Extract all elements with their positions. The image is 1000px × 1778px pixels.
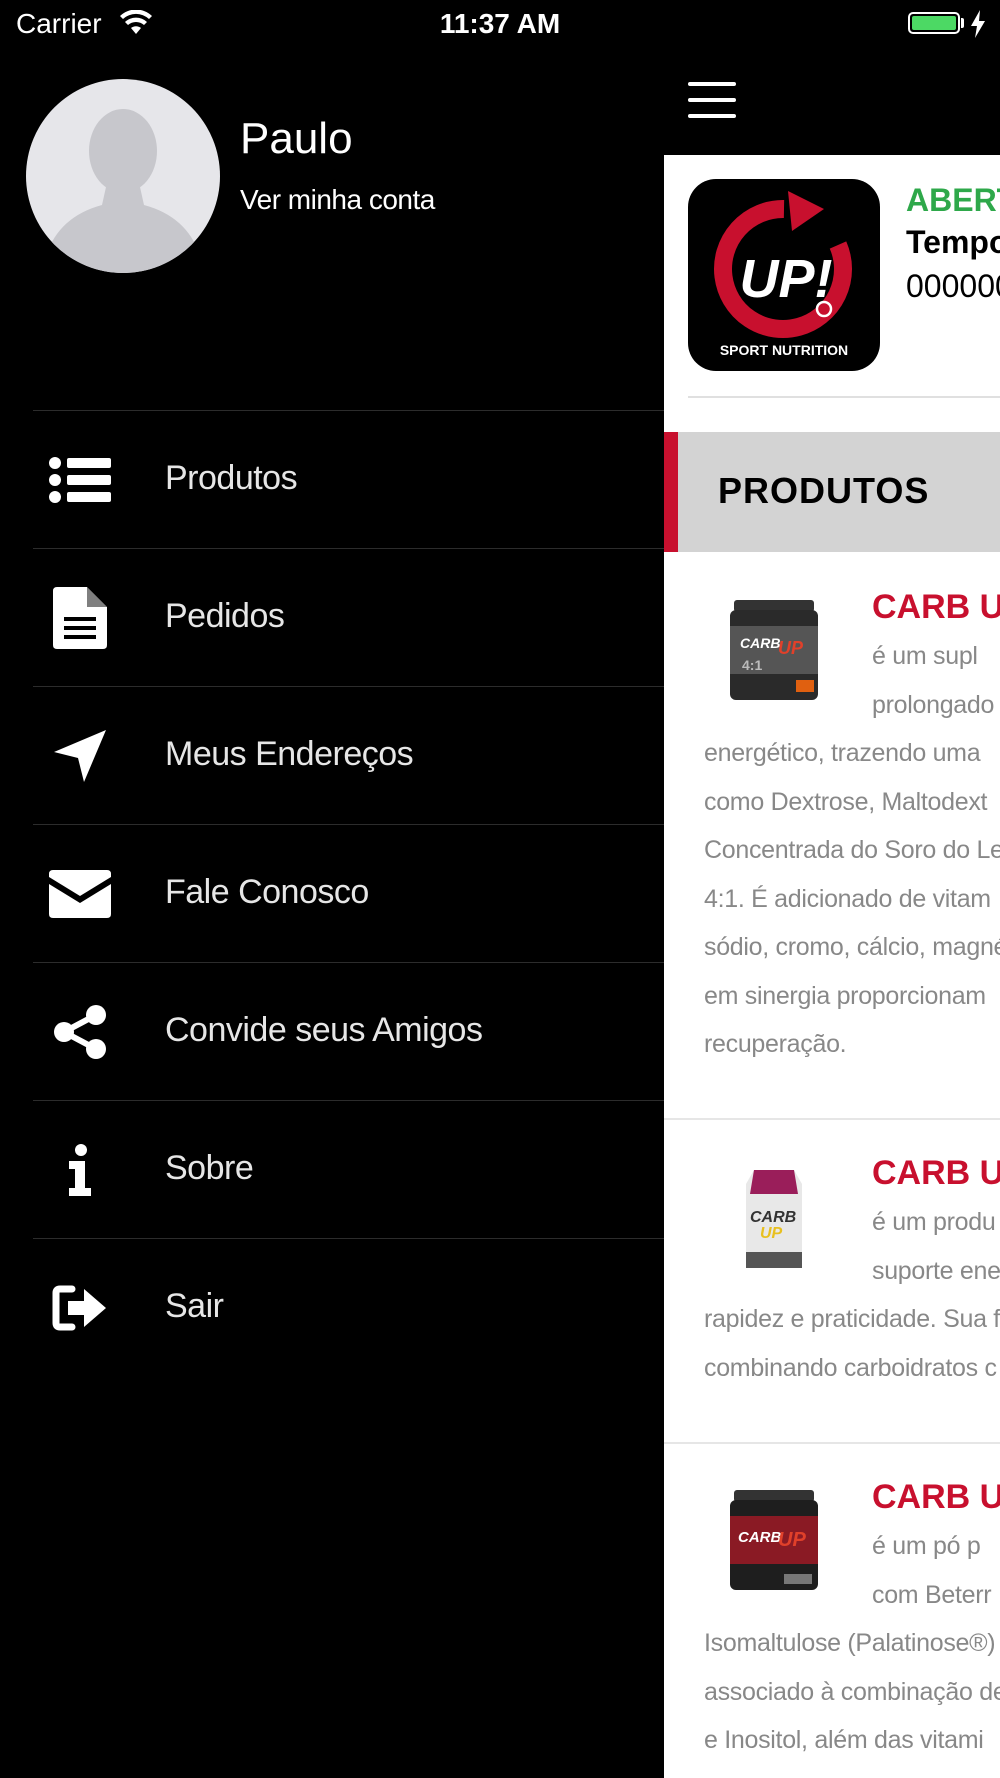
menu-item-enderecos[interactable]: Meus Endereços [33, 686, 664, 824]
top-bar [664, 50, 1000, 155]
product-card[interactable]: CARB UP 4:1 CARB U é um supl prolongado … [664, 552, 1000, 1120]
menu-item-label: Fale Conosco [165, 873, 369, 911]
product-name: CARB U [872, 1154, 1000, 1192]
menu-item-label: Meus Endereços [165, 735, 414, 773]
main-content[interactable]: UP! SPORT NUTRITION ABERT Tempo 000000 P… [664, 50, 1000, 1778]
product-name: CARB U [872, 1478, 1000, 1516]
envelope-icon [47, 861, 113, 927]
menu-item-label: Pedidos [165, 597, 285, 635]
product-description: é um supl prolongado energético, trazend… [704, 642, 1000, 1058]
svg-text:UP!: UP! [740, 249, 833, 309]
list-icon [47, 447, 113, 513]
side-drawer: Paulo Ver minha conta Produtos Pedidos M… [0, 50, 664, 1778]
product-name: CARB U [872, 588, 1000, 626]
section-header-produtos: PRODUTOS [664, 432, 1000, 552]
store-logo: UP! SPORT NUTRITION [688, 179, 880, 371]
avatar[interactable] [26, 79, 220, 273]
menu-item-fale-conosco[interactable]: Fale Conosco [33, 824, 664, 962]
view-account-link[interactable]: Ver minha conta [240, 184, 435, 216]
menu-item-label: Sair [165, 1287, 224, 1325]
sign-out-icon [47, 1275, 113, 1341]
hamburger-menu-icon[interactable] [688, 82, 736, 118]
menu-item-pedidos[interactable]: Pedidos [33, 548, 664, 686]
location-arrow-icon [47, 723, 113, 789]
menu-item-sobre[interactable]: Sobre [33, 1100, 664, 1238]
delivery-time-value: 000000 [906, 268, 1000, 304]
document-icon [47, 585, 113, 651]
product-card[interactable]: CARB UP CARB U é um pó p com Beterr Isom… [664, 1442, 1000, 1778]
menu-item-label: Produtos [165, 459, 298, 497]
menu-item-sair[interactable]: Sair [33, 1238, 664, 1376]
divider [688, 396, 1000, 398]
user-name: Paulo [240, 114, 353, 163]
menu-item-produtos[interactable]: Produtos [33, 410, 664, 548]
battery-icon [908, 12, 960, 34]
status-bar: Carrier 11:37 AM [0, 0, 1000, 50]
charging-icon [971, 10, 985, 38]
svg-text:SPORT NUTRITION: SPORT NUTRITION [720, 342, 848, 358]
product-description: é um pó p com Beterr Isomaltulose (Palat… [704, 1532, 1000, 1754]
store-open-status: ABERT [906, 182, 1000, 218]
avatar-placeholder-icon [42, 109, 204, 273]
clock: 11:37 AM [439, 8, 561, 39]
menu-item-label: Sobre [165, 1149, 254, 1187]
product-card[interactable]: CARB UP CARB U é um produ suporte ene ra… [664, 1118, 1000, 1444]
info-icon [47, 1137, 113, 1203]
product-description: é um produ suporte ene rapidez e pratici… [704, 1208, 1000, 1382]
drawer-menu: Produtos Pedidos Meus Endereços Fale Con… [33, 410, 664, 1376]
menu-item-convide-amigos[interactable]: Convide seus Amigos [33, 962, 664, 1100]
share-icon [47, 999, 113, 1065]
menu-item-label: Convide seus Amigos [165, 1011, 483, 1049]
section-title: PRODUTOS [718, 470, 930, 511]
delivery-time-label: Tempo [906, 224, 1000, 260]
